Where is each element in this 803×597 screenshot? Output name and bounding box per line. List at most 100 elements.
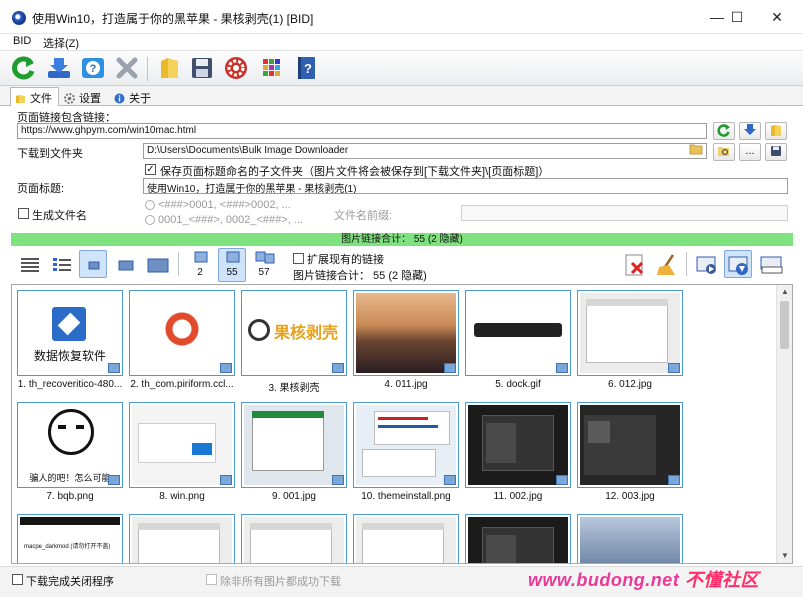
open-folder-button[interactable] bbox=[765, 122, 787, 140]
pattern-1-label: <###>0001, <###>0002, ... bbox=[158, 199, 291, 211]
image-caption: 12. 003.jpg bbox=[605, 491, 655, 502]
expand-links-checkbox[interactable] bbox=[293, 253, 304, 264]
image-thumbnail[interactable]: 骗人的吧！怎么可能 bbox=[17, 402, 123, 488]
rename-icon[interactable] bbox=[757, 250, 785, 278]
tab-settings-label: 设置 bbox=[79, 93, 101, 105]
image-type-icon bbox=[668, 475, 680, 485]
refresh-icon[interactable] bbox=[9, 54, 37, 82]
menu-bid[interactable]: BID bbox=[13, 35, 31, 47]
scroll-up-icon[interactable]: ▲ bbox=[777, 285, 792, 299]
search-folder-button[interactable] bbox=[713, 143, 735, 161]
close-button[interactable]: ✕ bbox=[757, 0, 797, 34]
generate-filename-checkbox[interactable] bbox=[18, 208, 29, 219]
image-gallery[interactable]: ▲ ▼ 数据恢复软件 1. th_recoveritico-480... 2. th… bbox=[11, 284, 793, 564]
image-thumbnail[interactable] bbox=[129, 402, 235, 488]
maximize-button[interactable]: ☐ bbox=[717, 0, 757, 34]
image-thumbnail[interactable] bbox=[577, 514, 683, 563]
close-after-label: 下载完成关闭程序 bbox=[26, 576, 114, 588]
prefix-label: 文件名前缀: bbox=[334, 210, 393, 222]
book-help-icon[interactable]: ? bbox=[292, 54, 320, 82]
image-thumbnail[interactable] bbox=[353, 514, 459, 563]
thumbnail-image: 果核剥壳 bbox=[244, 293, 344, 373]
image-thumbnail[interactable] bbox=[353, 290, 459, 376]
image-thumbnail[interactable] bbox=[129, 514, 235, 563]
image-thumbnail[interactable] bbox=[465, 514, 571, 563]
settings-gear-icon[interactable] bbox=[222, 54, 250, 82]
close-after-checkbox[interactable] bbox=[12, 574, 23, 585]
tab-about-label: 关于 bbox=[129, 93, 151, 105]
image-caption: 3. 果核剥壳 bbox=[268, 383, 320, 394]
save-path-button[interactable] bbox=[765, 143, 787, 161]
queue-icon[interactable] bbox=[692, 250, 720, 278]
thumbnail-image bbox=[132, 293, 232, 373]
large-thumb-view-icon[interactable] bbox=[143, 250, 171, 278]
image-type-icon bbox=[444, 363, 456, 373]
image-type-icon bbox=[556, 363, 568, 373]
image-caption: 8. win.png bbox=[159, 491, 205, 502]
tab-file[interactable]: 文件 bbox=[10, 87, 59, 107]
view-separator bbox=[178, 252, 179, 276]
thumb-text: 数据恢复软件 bbox=[33, 349, 106, 363]
image-thumbnail[interactable] bbox=[353, 402, 459, 488]
grid-icon[interactable] bbox=[258, 54, 286, 82]
scrollbar-thumb[interactable] bbox=[780, 301, 789, 349]
filter-hidden-icon[interactable] bbox=[186, 248, 214, 268]
tab-settings[interactable]: 设置 bbox=[60, 88, 107, 106]
remove-selected-icon[interactable] bbox=[620, 250, 648, 278]
hidden-count: 2 bbox=[197, 267, 203, 278]
clear-broom-icon[interactable] bbox=[652, 250, 680, 278]
download-selected-icon[interactable] bbox=[724, 250, 752, 278]
image-type-icon bbox=[444, 475, 456, 485]
image-thumbnail[interactable]: 果核剥壳 bbox=[241, 290, 347, 376]
scroll-down-icon[interactable]: ▼ bbox=[777, 549, 792, 563]
image-thumbnail[interactable] bbox=[241, 514, 347, 563]
save-icon[interactable] bbox=[188, 54, 216, 82]
image-type-icon bbox=[108, 475, 120, 485]
gallery-scrollbar[interactable]: ▲ ▼ bbox=[776, 285, 792, 563]
detail-view-icon[interactable] bbox=[47, 250, 75, 278]
unless-failed-checkbox[interactable] bbox=[206, 574, 217, 585]
image-thumbnail[interactable] bbox=[577, 290, 683, 376]
image-thumbnail[interactable] bbox=[577, 402, 683, 488]
image-thumbnail[interactable] bbox=[241, 402, 347, 488]
page-title-label: 页面标题: bbox=[17, 183, 65, 195]
image-thumbnail[interactable] bbox=[465, 402, 571, 488]
browse-button[interactable]: ... bbox=[739, 143, 761, 161]
medium-thumb-view-icon[interactable] bbox=[111, 250, 139, 278]
all-count: 57 bbox=[258, 267, 270, 278]
pattern-radio-1[interactable] bbox=[145, 200, 155, 210]
refresh-url-button[interactable] bbox=[713, 122, 735, 140]
download-path-input[interactable]: D:\Users\Documents\Bulk Image Downloader bbox=[143, 143, 707, 159]
small-thumb-view-icon[interactable] bbox=[79, 250, 107, 278]
prefix-input[interactable] bbox=[461, 205, 788, 221]
tab-file-label: 文件 bbox=[30, 93, 52, 105]
file-tab-panel: 页面链接包含链接： https://www.ghpym.com/win10mac… bbox=[0, 106, 803, 234]
save-subfolder-checkbox[interactable]: ✓ bbox=[145, 164, 156, 175]
image-thumbnail[interactable]: macpe_darkmod (请勿打开不盖) bbox=[17, 514, 123, 563]
view-toolbar: 2 55 57 扩展现有的链接 图片链接合计： 55 (2 隐藏) bbox=[0, 246, 803, 284]
page-title-input[interactable]: 使用Win10，打造属于你的黑苹果 - 果核剥壳(1) bbox=[143, 178, 788, 194]
url-input[interactable]: https://www.ghpym.com/win10mac.html bbox=[17, 123, 707, 139]
image-caption: 6. 012.jpg bbox=[608, 379, 652, 390]
app-icon bbox=[12, 11, 26, 25]
folder-icon[interactable] bbox=[156, 54, 184, 82]
image-caption: 11. 002.jpg bbox=[493, 491, 543, 502]
image-thumbnail[interactable] bbox=[465, 290, 571, 376]
download-to-label: 下载到文件夹 bbox=[17, 148, 83, 160]
help-icon[interactable]: ? bbox=[79, 54, 107, 82]
tab-about[interactable]: 关于 bbox=[110, 88, 157, 106]
menu-select[interactable]: 选择(Z) bbox=[43, 35, 79, 51]
pattern-radio-2[interactable] bbox=[145, 215, 155, 225]
link-count-bar: 图片链接合计： 55 (2 隐藏) bbox=[11, 233, 793, 246]
download-icon[interactable] bbox=[45, 54, 73, 82]
toolbar-separator bbox=[147, 57, 148, 81]
image-thumbnail[interactable] bbox=[129, 290, 235, 376]
list-view-icon[interactable] bbox=[15, 250, 43, 278]
download-url-button[interactable] bbox=[739, 122, 761, 140]
delete-icon[interactable] bbox=[113, 54, 141, 82]
browse-folder-icon[interactable] bbox=[686, 143, 706, 159]
thumbnail-image bbox=[580, 293, 680, 373]
filter-all-icon[interactable] bbox=[250, 248, 278, 268]
image-thumbnail[interactable]: 数据恢复软件 bbox=[17, 290, 123, 376]
thumbnail-image bbox=[356, 517, 456, 563]
